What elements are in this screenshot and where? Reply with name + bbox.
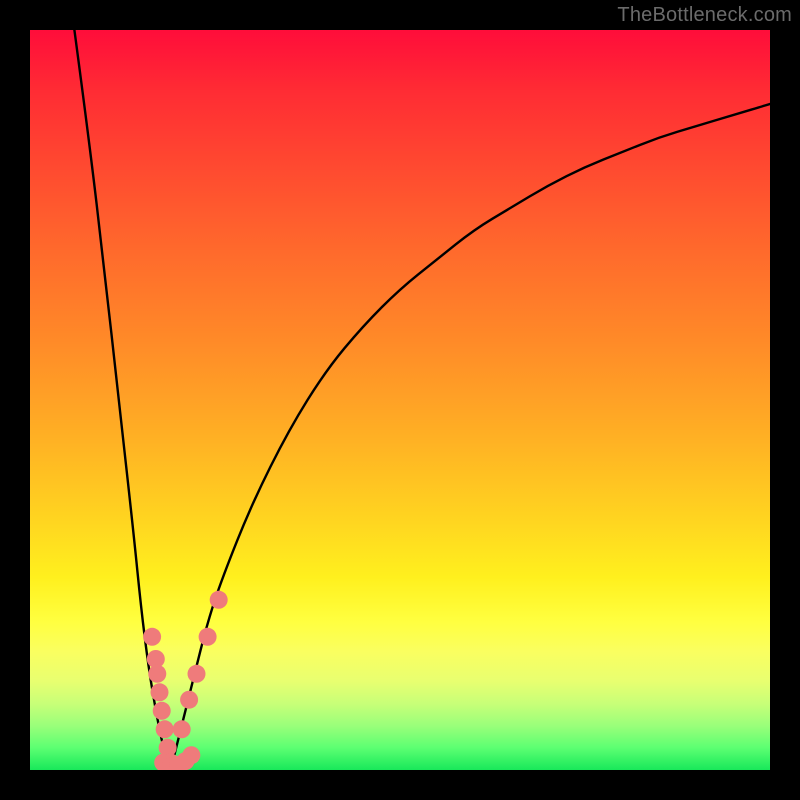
bottom-markers-dot [182, 746, 200, 764]
right-markers-dot [199, 628, 217, 646]
right-branch-path [171, 104, 770, 770]
right-markers [173, 591, 228, 739]
plot-area [30, 30, 770, 770]
curve-layer [30, 30, 770, 770]
chart-frame: TheBottleneck.com [0, 0, 800, 800]
left-markers-dot [151, 683, 169, 701]
left-markers-dot [143, 628, 161, 646]
right-markers-dot [173, 720, 191, 738]
left-markers-dot [156, 720, 174, 738]
left-markers-dot [153, 702, 171, 720]
watermark-text: TheBottleneck.com [617, 4, 792, 27]
left-markers [143, 628, 180, 770]
right-markers-dot [188, 665, 206, 683]
right-markers-dot [210, 591, 228, 609]
right-markers-dot [180, 691, 198, 709]
right-branch-curve [171, 104, 770, 770]
left-markers-dot [148, 665, 166, 683]
